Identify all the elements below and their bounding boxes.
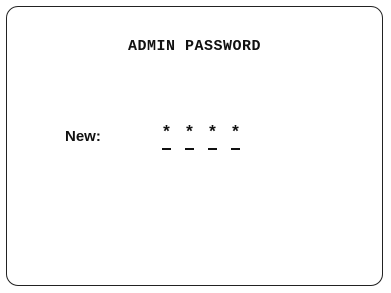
new-password-input[interactable]: * * * * xyxy=(160,125,242,150)
password-digit-2[interactable]: * xyxy=(183,125,196,150)
password-digit-3[interactable]: * xyxy=(206,125,219,150)
new-password-label: New: xyxy=(65,128,101,145)
password-digit-4-underline xyxy=(231,148,240,150)
password-digit-4[interactable]: * xyxy=(229,125,242,150)
password-digit-1-underline xyxy=(162,148,171,150)
password-digit-2-char: * xyxy=(184,124,195,143)
password-digit-3-char: * xyxy=(207,124,218,143)
admin-password-screen: ADMIN PASSWORD New: * * * * xyxy=(6,6,383,286)
password-digit-1-char: * xyxy=(161,124,172,143)
password-digit-3-underline xyxy=(208,148,217,150)
screen-title: ADMIN PASSWORD xyxy=(127,38,262,55)
password-digit-4-char: * xyxy=(230,124,241,143)
password-digit-1[interactable]: * xyxy=(160,125,173,150)
password-digit-2-underline xyxy=(185,148,194,150)
